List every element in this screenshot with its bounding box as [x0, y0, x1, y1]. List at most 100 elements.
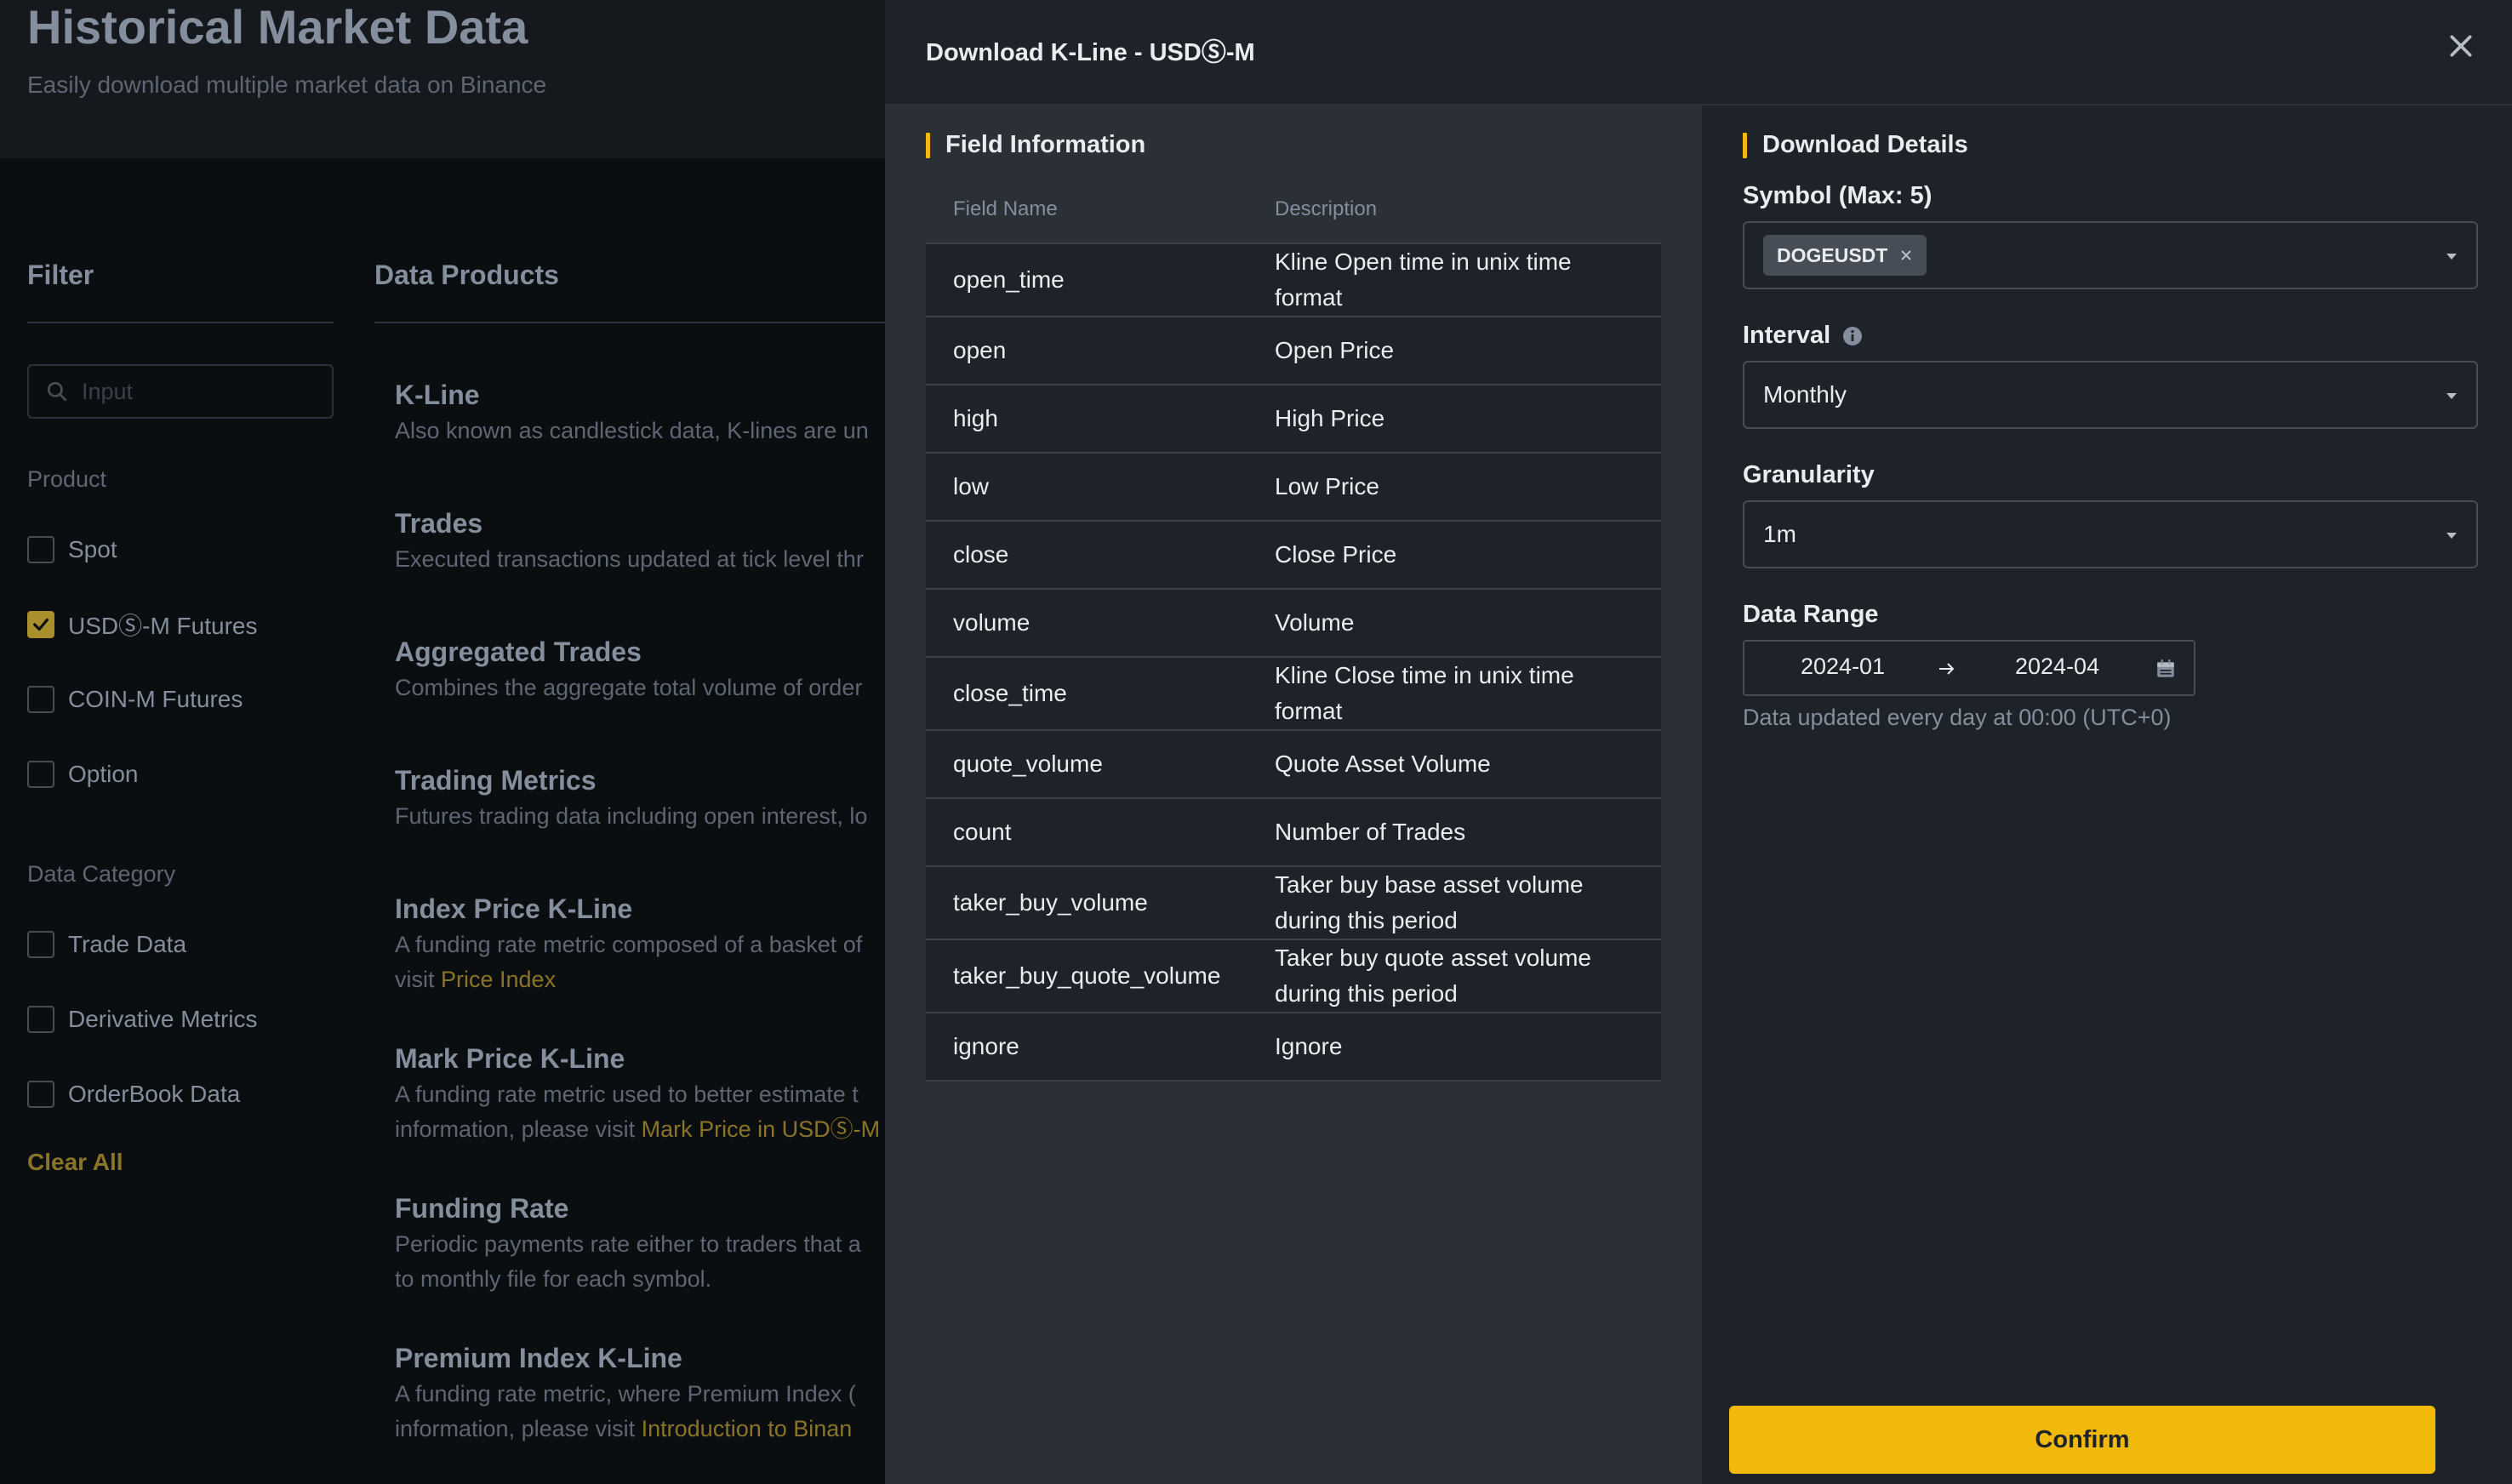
product-description: Also known as candlestick data, K-lines … — [395, 418, 869, 443]
search-placeholder: Input — [82, 378, 134, 404]
granularity-select[interactable]: 1m — [1743, 500, 2478, 568]
product-description-line-2: to monthly file for each symbol. — [395, 1266, 712, 1292]
checkbox-box[interactable] — [27, 761, 54, 788]
checkbox-option[interactable]: Option — [27, 737, 334, 812]
checkbox-derivative-metrics[interactable]: Derivative Metrics — [27, 982, 334, 1057]
product-title[interactable]: K-Line — [395, 376, 885, 414]
table-row: taker_buy_volume Taker buy base asset vo… — [926, 866, 1661, 940]
product-title[interactable]: Index Price K-Line — [395, 890, 885, 928]
checkbox-trade-data[interactable]: Trade Data — [27, 907, 334, 982]
description-cell: Close Price — [1247, 521, 1661, 590]
product-funding-rate[interactable]: Funding Rate Periodic payments rate eith… — [374, 1190, 885, 1297]
product-description: Combines the aggregate total volume of o… — [395, 675, 863, 700]
interval-label-text: Interval — [1743, 322, 1831, 349]
description-text: visit — [395, 967, 441, 992]
drawer-header: Download K-Line - USDⓈ-M — [885, 0, 2512, 106]
checkbox-usdm-futures[interactable]: USDⓈ-M Futures — [27, 587, 334, 662]
description-cell: Open Price — [1247, 317, 1661, 385]
granularity-label: Granularity — [1743, 461, 1875, 489]
description-cell: Volume — [1247, 589, 1661, 658]
field-name-cell: count — [926, 798, 1247, 867]
description-cell: Number of Trades — [1247, 798, 1661, 867]
filter-search-input[interactable]: Input — [27, 364, 334, 419]
arrow-right-icon — [1939, 663, 1955, 675]
filter-heading: Filter — [27, 247, 334, 323]
caret-down-icon — [2446, 533, 2457, 539]
field-information-table: Field Name Description open_time Kline O… — [926, 175, 1661, 1082]
checkbox-coinm-futures[interactable]: COIN-M Futures — [27, 662, 334, 737]
table-row: close_time Kline Close time in unix time… — [926, 657, 1661, 731]
checkbox-box[interactable] — [27, 686, 54, 713]
product-index-price-kline[interactable]: Index Price K-Line A funding rate metric… — [374, 890, 885, 997]
checkbox-box[interactable] — [27, 1081, 54, 1108]
field-name-cell: open — [926, 317, 1247, 385]
description-cell: Kline Close time in unix time format — [1247, 657, 1661, 731]
product-kline[interactable]: K-Line Also known as candlestick data, K… — [374, 376, 885, 448]
description-cell: Kline Open time in unix time format — [1247, 243, 1661, 317]
data-range-label: Data Range — [1743, 601, 1879, 629]
checkbox-label: Derivative Metrics — [68, 1006, 258, 1032]
checkbox-spot[interactable]: Spot — [27, 512, 334, 587]
checkbox-orderbook-data[interactable]: OrderBook Data — [27, 1057, 334, 1132]
product-label: Product — [27, 466, 107, 492]
product-mark-price-kline[interactable]: Mark Price K-Line A funding rate metric … — [374, 1040, 885, 1147]
checkbox-label: Trade Data — [68, 931, 187, 957]
description-cell: Quote Asset Volume — [1247, 730, 1661, 799]
description-cell: Ignore — [1247, 1013, 1661, 1082]
symbol-select[interactable]: DOGEUSDT — [1743, 221, 2478, 289]
checkbox-box[interactable] — [27, 1006, 54, 1033]
page-subtitle: Easily download multiple market data on … — [27, 71, 547, 98]
product-title[interactable]: Premium Index K-Line — [395, 1339, 885, 1377]
product-title[interactable]: Mark Price K-Line — [395, 1040, 885, 1077]
product-description-line-2: information, please visit Mark Price in … — [395, 1112, 885, 1147]
table-row: high High Price — [926, 385, 1661, 454]
description-text: information, please visit — [395, 1416, 642, 1441]
table-row: ignore Ignore — [926, 1013, 1661, 1082]
date-range-picker[interactable]: 2024-01 2024-04 — [1743, 640, 2195, 696]
table-row: open Open Price — [926, 317, 1661, 385]
close-icon — [2450, 35, 2472, 57]
product-trades[interactable]: Trades Executed transactions updated at … — [374, 505, 885, 577]
product-trading-metrics[interactable]: Trading Metrics Futures trading data inc… — [374, 762, 885, 834]
field-information-title: Field Information — [945, 131, 1146, 158]
granularity-value: 1m — [1763, 521, 1796, 547]
table-row: open_time Kline Open time in unix time f… — [926, 243, 1661, 317]
range-start-input[interactable]: 2024-01 — [1801, 654, 1885, 680]
field-name-cell: taker_buy_volume — [926, 866, 1247, 940]
product-title[interactable]: Trades — [395, 505, 885, 542]
product-aggregated-trades[interactable]: Aggregated Trades Combines the aggregate… — [374, 633, 885, 705]
product-title[interactable]: Trading Metrics — [395, 762, 885, 799]
range-end-input[interactable]: 2024-04 — [2015, 654, 2099, 680]
checkbox-box[interactable] — [27, 536, 54, 563]
product-title[interactable]: Aggregated Trades — [395, 633, 885, 671]
checkbox-box-checked[interactable] — [27, 611, 54, 638]
product-description: Futures trading data including open inte… — [395, 803, 868, 829]
download-details-title: Download Details — [1762, 131, 1968, 158]
field-name-cell: open_time — [926, 243, 1247, 317]
download-details-heading: Download Details — [1743, 131, 1968, 159]
field-information-heading: Field Information — [926, 131, 1145, 159]
table-row: close Close Price — [926, 521, 1661, 590]
calendar-icon[interactable] — [2155, 658, 2177, 680]
product-checkbox-list: Spot USDⓈ-M Futures COIN-M Futures Optio… — [27, 512, 334, 812]
checkbox-box[interactable] — [27, 931, 54, 958]
clear-all-link[interactable]: Clear All — [27, 1149, 334, 1176]
column-header-description: Description — [1247, 175, 1661, 244]
product-description: A funding rate metric, where Premium Ind… — [395, 1381, 856, 1407]
product-premium-index-kline[interactable]: Premium Index K-Line A funding rate metr… — [374, 1339, 885, 1447]
product-description-line-2: information, please visit Introduction t… — [395, 1412, 885, 1447]
field-name-cell: ignore — [926, 1013, 1247, 1082]
binance-intro-link[interactable]: Introduction to Binan — [642, 1416, 853, 1441]
mark-price-link[interactable]: Mark Price in USDⓈ-M — [642, 1116, 881, 1142]
confirm-button[interactable]: Confirm — [1729, 1406, 2435, 1474]
tag-remove-icon[interactable] — [1899, 248, 1913, 262]
close-button[interactable] — [2444, 29, 2478, 63]
field-name-cell: volume — [926, 589, 1247, 658]
data-products-panel: Data Products K-Line Also known as candl… — [374, 247, 885, 1484]
price-index-link[interactable]: Price Index — [441, 967, 556, 992]
symbol-tag-label: DOGEUSDT — [1777, 243, 1888, 266]
product-title[interactable]: Funding Rate — [395, 1190, 885, 1227]
description-text: information, please visit — [395, 1116, 642, 1142]
interval-select[interactable]: Monthly — [1743, 361, 2478, 429]
info-icon[interactable] — [1842, 326, 1863, 346]
